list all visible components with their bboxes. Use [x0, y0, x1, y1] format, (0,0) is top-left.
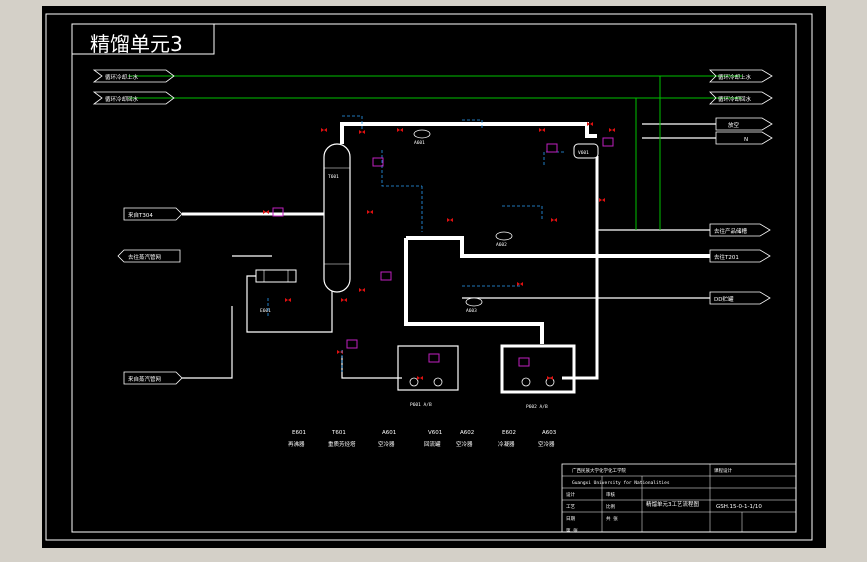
valve-icon: [359, 288, 365, 292]
svg-text:GSH.15-0-1-1/10: GSH.15-0-1-1/10: [716, 504, 762, 510]
label-to-steam-network: 去往蒸汽管网: [117, 249, 181, 263]
title-block: 广西民族大学化学化工学院 Guangxi University for Nati…: [561, 463, 797, 534]
air-cooler-a602: A602: [495, 231, 513, 248]
valve-icon: [397, 128, 403, 132]
control-loop-icon: [428, 353, 440, 363]
equipment-name: 空冷器: [378, 440, 395, 448]
control-loop-icon: [518, 357, 530, 367]
air-cooler-a601: A601: [413, 129, 431, 146]
air-cooler-a603: A603: [465, 297, 483, 314]
svg-text:去往T201: 去往T201: [714, 253, 739, 261]
signal-line: [543, 151, 564, 166]
valve-icon: [341, 298, 347, 302]
reboiler-e601: E601: [255, 269, 297, 314]
control-loop-icon: [372, 157, 384, 167]
valve-icon: [367, 210, 373, 214]
pump-p601: P601 A/B: [397, 345, 459, 408]
equipment-name: 冷凝器: [498, 440, 515, 448]
svg-text:Guangxi University for Nationa: Guangxi University for Nationalities: [572, 480, 670, 486]
cad-viewport[interactable]: 精馏单元3 循环冷却上水 循环冷却回水 循环冷却上水 循环冷却回水 放空 N 来…: [42, 6, 826, 548]
svg-text:N: N: [744, 137, 748, 143]
svg-text:去往产品储槽: 去往产品储槽: [714, 227, 748, 235]
valve-icon: [359, 130, 365, 134]
label-to-t201: 去往T201: [709, 249, 771, 263]
svg-text:放空: 放空: [728, 121, 740, 129]
svg-text:V601: V601: [578, 150, 589, 156]
label-from-steam-network: 来自蒸汽管网: [123, 371, 183, 385]
drawing-title: 精馏单元3: [90, 32, 183, 56]
label-cw-return-right: 循环冷却回水: [709, 91, 773, 105]
equipment-tag: A603: [542, 430, 557, 436]
valve-icon: [285, 298, 291, 302]
equipment-tag: A602: [460, 430, 474, 436]
valve-icon: [447, 218, 453, 222]
outer-frame: [45, 13, 813, 541]
inner-frame: [71, 23, 797, 533]
equipment-tag: A601: [382, 430, 396, 436]
equipment-name: 回流罐: [424, 440, 441, 448]
title-block-label: 比例: [606, 503, 615, 510]
equipment-name: 再沸器: [288, 440, 305, 448]
equipment-list: E601 再沸器 T601 重质芳烃塔 A601 空冷器 V601 回流罐 A602 空冷器 E60…: [288, 430, 557, 448]
valve-icon: [417, 376, 423, 380]
signal-line: [381, 150, 422, 187]
title-block-label: 设计: [566, 491, 575, 498]
instrument-symbols: [263, 115, 615, 380]
svg-text:P602 A/B: P602 A/B: [526, 404, 548, 410]
valve-icon: [599, 198, 605, 202]
title-block-label: 工艺: [566, 504, 575, 510]
equipment-tag: T601: [331, 430, 346, 436]
equipment-name: 空冷器: [456, 440, 473, 448]
svg-text:P601 A/B: P601 A/B: [410, 402, 432, 408]
equipment-tag: V601: [428, 430, 442, 436]
title-block-label: 审核: [606, 491, 615, 498]
title-block-label: 第 张: [566, 527, 578, 534]
label-to-product-tank: 去往产品储槽: [709, 223, 771, 237]
process-flow-diagram: 精馏单元3 循环冷却上水 循环冷却回水 循环冷却上水 循环冷却回水 放空 N 来…: [45, 13, 813, 541]
svg-text:A602: A602: [496, 242, 507, 248]
label-to-oil-tank: DD贮罐: [709, 291, 771, 305]
svg-text:DD贮罐: DD贮罐: [714, 295, 734, 303]
svg-text:循环冷却上水: 循环冷却上水: [105, 73, 139, 81]
valve-icon: [517, 282, 523, 286]
valve-icon: [609, 128, 615, 132]
equipment-name: 空冷器: [538, 440, 555, 448]
svg-text:E601: E601: [260, 308, 271, 314]
signal-line: [502, 205, 543, 220]
svg-text:课程设计: 课程设计: [714, 467, 732, 474]
column-t601: T601: [323, 143, 351, 293]
svg-text:来自T304: 来自T304: [128, 211, 153, 219]
control-loop-icon: [346, 339, 358, 349]
svg-text:来自蒸汽管网: 来自蒸汽管网: [128, 375, 162, 383]
equipment-tag: E601: [292, 430, 306, 436]
valve-icon: [321, 128, 327, 132]
accumulator-v601: V601: [573, 143, 599, 159]
label-from-t304: 来自T304: [123, 207, 183, 221]
label-n2: N: [715, 131, 773, 145]
svg-text:循环冷却回水: 循环冷却回水: [105, 95, 139, 103]
valve-icon: [539, 128, 545, 132]
svg-text:广西民族大学化学化工学院: 广西民族大学化学化工学院: [572, 467, 626, 474]
svg-text:T601: T601: [328, 174, 339, 180]
svg-text:循环冷却回水: 循环冷却回水: [718, 95, 752, 103]
svg-text:精馏单元3工艺流程图: 精馏单元3工艺流程图: [646, 500, 699, 508]
svg-text:去往蒸汽管网: 去往蒸汽管网: [128, 253, 162, 261]
title-block-label: 共 张: [606, 515, 618, 522]
control-loop-icon: [546, 143, 558, 153]
svg-text:循环冷却上水: 循环冷却上水: [718, 73, 752, 81]
label-cw-supply-right: 循环冷却上水: [709, 69, 773, 83]
svg-text:A601: A601: [414, 140, 425, 146]
equipment-tag: E602: [502, 430, 516, 436]
title-block-label: 日期: [566, 516, 575, 522]
control-loop-icon: [602, 137, 614, 147]
control-loop-icon: [380, 271, 392, 281]
label-vent: 放空: [715, 117, 773, 131]
equipment-name: 重质芳烃塔: [328, 440, 356, 448]
valve-icon: [551, 218, 557, 222]
svg-text:A603: A603: [466, 308, 477, 314]
